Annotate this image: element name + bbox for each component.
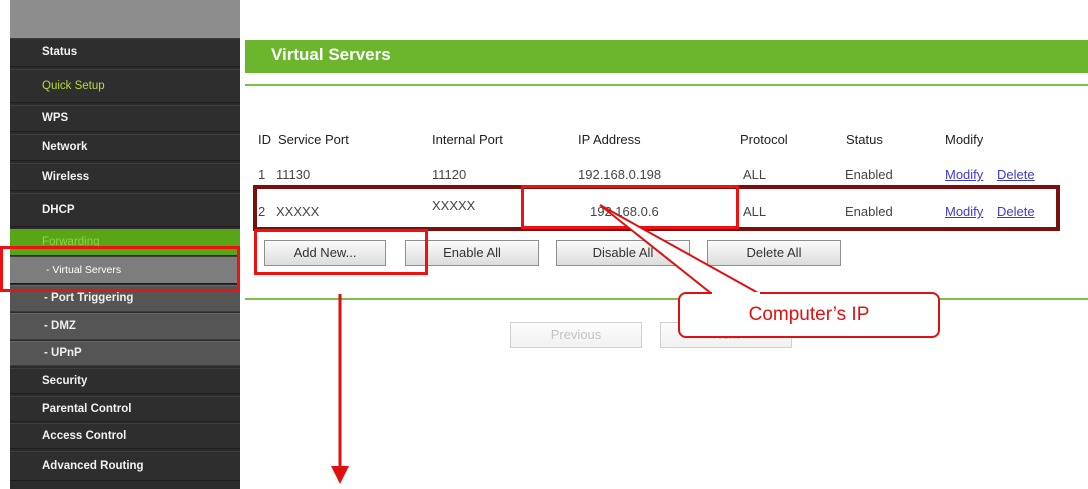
delete-all-button[interactable]: Delete All bbox=[707, 240, 841, 266]
row1-id: 1 bbox=[258, 167, 266, 182]
sidebar-item-quick-setup[interactable]: Quick Setup bbox=[10, 69, 240, 103]
col-header-ip-address: IP Address bbox=[578, 132, 641, 147]
col-header-id: ID bbox=[258, 132, 271, 147]
sidebar-item-dmz[interactable]: - DMZ bbox=[10, 313, 240, 340]
down-arrow-icon bbox=[331, 466, 349, 484]
row1-internal-port: 11120 bbox=[432, 167, 467, 182]
top-divider bbox=[245, 84, 1088, 86]
sidebar-header bbox=[10, 0, 240, 38]
sidebar-item-wireless[interactable]: Wireless bbox=[10, 163, 240, 191]
sidebar-item-network[interactable]: Network bbox=[10, 134, 240, 161]
callout-text: Computer’s IP bbox=[748, 304, 870, 325]
disable-all-button[interactable]: Disable All bbox=[556, 240, 690, 266]
row1-delete-link[interactable]: Delete bbox=[997, 167, 1035, 182]
row1-status: Enabled bbox=[845, 167, 893, 182]
computer-ip-callout: Computer’s IP bbox=[678, 292, 940, 338]
sidebar: Status Quick Setup WPS Network Wireless DHCP F… bbox=[10, 0, 240, 489]
sidebar-item-dhcp[interactable]: DHCP bbox=[10, 193, 240, 227]
row1-service-port: 11130 bbox=[276, 167, 311, 182]
row1-protocol: ALL bbox=[743, 167, 767, 182]
sidebar-item-advanced-routing[interactable]: Advanced Routing bbox=[10, 451, 240, 481]
page-title: Virtual Servers bbox=[271, 45, 391, 64]
sidebar-item-security[interactable]: Security bbox=[10, 368, 240, 394]
sidebar-item-upnp[interactable]: - UPnP bbox=[10, 341, 240, 366]
row1-modify-link[interactable]: Modify bbox=[945, 167, 983, 182]
ip-highlight-box bbox=[521, 185, 739, 229]
add-new-highlight-box bbox=[254, 229, 428, 275]
col-header-modify: Modify bbox=[945, 132, 984, 147]
sidebar-item-access-control[interactable]: Access Control bbox=[10, 423, 240, 449]
sidebar-item-wps[interactable]: WPS bbox=[10, 105, 240, 132]
col-header-internal-port: Internal Port bbox=[432, 132, 503, 147]
col-header-status: Status bbox=[846, 132, 883, 147]
previous-button[interactable]: Previous bbox=[510, 322, 642, 348]
col-header-protocol: Protocol bbox=[740, 132, 788, 147]
col-header-service-port: Service Port bbox=[278, 132, 349, 147]
bottom-divider bbox=[245, 298, 1088, 300]
callout-join bbox=[712, 292, 760, 295]
row1-ip-address: 192.168.0.198 bbox=[578, 167, 662, 182]
sidebar-item-status[interactable]: Status bbox=[10, 38, 240, 67]
sidebar-item-parental-control[interactable]: Parental Control bbox=[10, 396, 240, 422]
page-header: Virtual Servers bbox=[245, 40, 1088, 73]
sidebar-highlight-box bbox=[0, 246, 240, 292]
